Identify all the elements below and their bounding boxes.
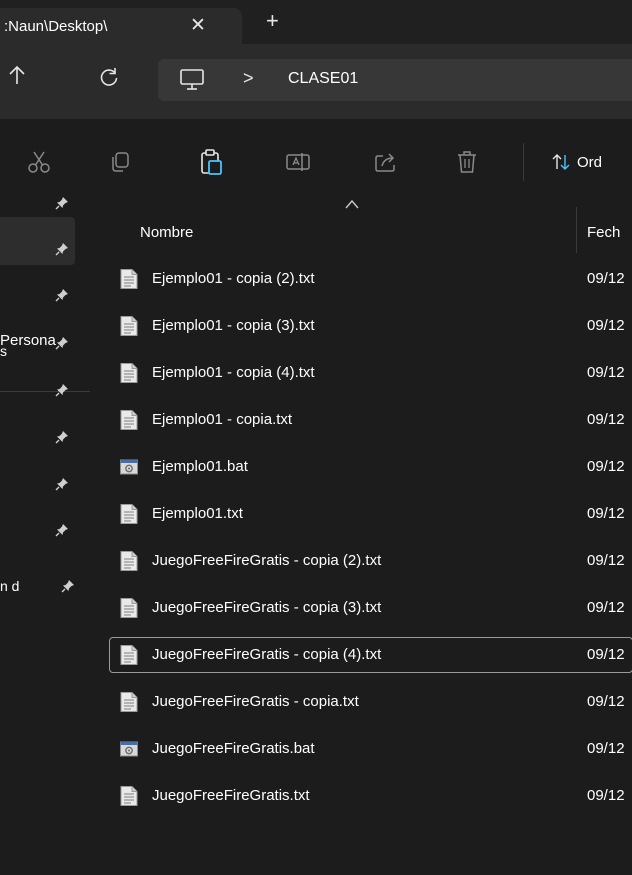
sidebar-item-pinned[interactable] <box>0 518 88 558</box>
breadcrumb-folder[interactable]: CLASE01 <box>288 70 358 88</box>
column-name-header[interactable]: Nombre <box>140 224 193 241</box>
navigation-bar: > CLASE01 <box>0 44 632 119</box>
breadcrumb-separator[interactable]: > <box>243 68 254 89</box>
text-file-icon <box>120 410 138 430</box>
file-row[interactable]: JuegoFreeFireGratis - copia (3).txt 09/12 <box>110 591 632 625</box>
sidebar-item-pinned[interactable] <box>0 425 88 465</box>
refresh-icon[interactable] <box>96 64 122 90</box>
file-date: 09/12 <box>587 646 625 663</box>
sidebar-item-pinned[interactable] <box>0 237 88 277</box>
file-date: 09/12 <box>587 505 625 522</box>
address-bar[interactable]: > CLASE01 <box>158 59 632 101</box>
sidebar-item-label: s <box>0 343 7 359</box>
sidebar-item-pinned[interactable]: s <box>0 331 88 371</box>
text-file-icon <box>120 786 138 806</box>
sidebar-item-label: n d <box>0 578 20 594</box>
file-name: JuegoFreeFireGratis - copia (3).txt <box>152 599 382 616</box>
this-pc-icon <box>180 69 204 90</box>
sidebar-item-pinned[interactable]: n d <box>0 566 88 606</box>
file-date: 09/12 <box>587 458 625 475</box>
share-icon[interactable] <box>371 147 401 177</box>
paste-icon[interactable] <box>196 147 226 177</box>
new-tab-button[interactable]: + <box>266 10 279 32</box>
close-icon[interactable]: ✕ <box>190 14 206 37</box>
text-file-icon <box>120 551 138 571</box>
file-list: Nombre Fech Ejemplo01 - copia (2).txt 09/… <box>90 199 632 875</box>
text-file-icon <box>120 269 138 289</box>
file-row[interactable]: JuegoFreeFireGratis - copia (4).txt 09/12 <box>109 637 632 673</box>
pin-icon[interactable] <box>54 382 70 398</box>
sidebar-item-pinned[interactable] <box>0 378 88 418</box>
file-row[interactable]: Ejemplo01 - copia (2).txt 09/12 <box>110 262 632 296</box>
file-row[interactable]: JuegoFreeFireGratis.bat 09/12 <box>110 732 632 766</box>
file-date: 09/12 <box>587 740 625 757</box>
file-date: 09/12 <box>587 693 625 710</box>
file-name: Ejemplo01 - copia.txt <box>152 411 293 428</box>
pin-icon[interactable] <box>54 241 70 257</box>
text-file-icon <box>120 363 138 383</box>
file-name: Ejemplo01 - copia (3).txt <box>152 317 315 334</box>
command-bar: Ord <box>0 119 632 208</box>
cut-icon[interactable] <box>24 147 54 177</box>
file-row[interactable]: JuegoFreeFireGratis.txt 09/12 <box>110 779 632 813</box>
pin-icon[interactable] <box>54 335 70 351</box>
batch-file-icon <box>120 741 138 757</box>
file-name: JuegoFreeFireGratis.bat <box>152 740 315 757</box>
file-name: Ejemplo01.txt <box>152 505 243 522</box>
file-row[interactable]: Ejemplo01.txt 09/12 <box>110 497 632 531</box>
file-date: 09/12 <box>587 270 625 287</box>
command-bar-divider <box>523 143 524 181</box>
sidebar-item-pinned[interactable] <box>0 283 88 323</box>
file-row[interactable]: JuegoFreeFireGratis - copia.txt 09/12 <box>110 685 632 719</box>
pin-icon[interactable] <box>54 287 70 303</box>
pin-icon[interactable] <box>54 195 70 211</box>
file-date: 09/12 <box>587 364 625 381</box>
text-file-icon <box>120 316 138 336</box>
navigation-pane: Persona sn d <box>0 197 90 875</box>
column-separator[interactable] <box>576 207 577 253</box>
sort-icon <box>552 154 570 170</box>
file-name: JuegoFreeFireGratis - copia (2).txt <box>152 552 382 569</box>
file-name: Ejemplo01 - copia (2).txt <box>152 270 315 287</box>
sort-button[interactable]: Ord <box>551 149 602 175</box>
text-file-icon <box>120 504 138 524</box>
file-name: Ejemplo01.bat <box>152 458 248 475</box>
tab-title: :Naun\Desktop\ <box>4 18 108 35</box>
up-arrow-icon[interactable] <box>4 62 30 88</box>
file-date: 09/12 <box>587 787 625 804</box>
file-row[interactable]: Ejemplo01 - copia (4).txt 09/12 <box>110 356 632 390</box>
file-row[interactable]: Ejemplo01 - copia.txt 09/12 <box>110 403 632 437</box>
column-date-header[interactable]: Fech <box>587 224 620 241</box>
title-bar: :Naun\Desktop\ ✕ + <box>0 0 632 44</box>
delete-icon[interactable] <box>452 147 482 177</box>
sidebar-item-pinned[interactable] <box>0 472 88 512</box>
file-date: 09/12 <box>587 317 625 334</box>
rename-icon[interactable] <box>283 147 313 177</box>
file-row[interactable]: Ejemplo01 - copia (3).txt 09/12 <box>110 309 632 343</box>
tab-current-folder[interactable]: :Naun\Desktop\ ✕ <box>0 8 242 44</box>
pin-icon[interactable] <box>54 429 70 445</box>
text-file-icon <box>120 598 138 618</box>
sidebar-item-pinned[interactable] <box>0 191 88 231</box>
file-date: 09/12 <box>587 411 625 428</box>
text-file-icon <box>120 692 138 712</box>
file-name: JuegoFreeFireGratis - copia (4).txt <box>152 646 382 663</box>
file-date: 09/12 <box>587 552 625 569</box>
file-name: JuegoFreeFireGratis - copia.txt <box>152 693 359 710</box>
file-name: Ejemplo01 - copia (4).txt <box>152 364 315 381</box>
pin-icon[interactable] <box>60 578 76 594</box>
pin-icon[interactable] <box>54 476 70 492</box>
file-name: JuegoFreeFireGratis.txt <box>152 787 310 804</box>
sort-label: Ord <box>577 153 603 171</box>
file-row[interactable]: Ejemplo01.bat 09/12 <box>110 450 632 484</box>
column-header: Nombre Fech <box>90 207 632 253</box>
pin-icon[interactable] <box>54 522 70 538</box>
text-file-icon <box>120 645 138 665</box>
file-row[interactable]: JuegoFreeFireGratis - copia (2).txt 09/12 <box>110 544 632 578</box>
copy-icon[interactable] <box>105 147 135 177</box>
batch-file-icon <box>120 459 138 475</box>
file-date: 09/12 <box>587 599 625 616</box>
